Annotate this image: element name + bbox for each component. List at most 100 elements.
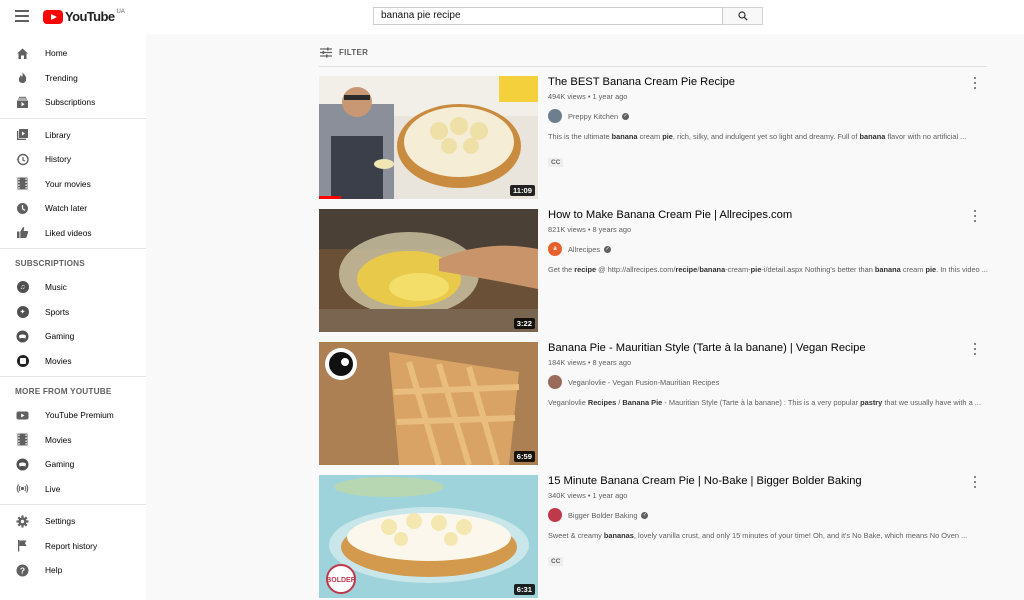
channel-link[interactable]: Bigger Bolder Baking ✓ [548,508,649,522]
video-duration: 3:22 [513,318,535,329]
sidebar-item-subscriptions[interactable]: Subscriptions [0,90,146,115]
sidebar: Home Trending Subscriptions Library History… [0,34,146,600]
gaming-icon [16,330,29,343]
search-button[interactable] [723,7,763,25]
sidebar-item-label: Settings [45,516,76,527]
logo-text: YouTube [65,9,115,24]
sidebar-item-library[interactable]: Library [0,123,146,148]
sidebar-item-trending[interactable]: Trending [0,66,146,91]
video-result[interactable]: 11:09 The BEST Banana Cream Pie Recipe 4… [319,76,989,200]
search-input[interactable]: banana pie recipe [373,7,723,25]
sidebar-divider [0,376,146,377]
sidebar-item-music[interactable]: ♫ Music [0,275,146,300]
channel-avatar: a [548,242,562,256]
video-description: Veganlovlie Recipes / Banana Pie - Mauri… [548,398,981,407]
video-thumbnail[interactable]: 3:22 [319,209,538,332]
thumbnail-image [319,342,538,465]
sidebar-item-label: History [45,154,72,165]
sidebar-item-label: Gaming [45,331,75,342]
sidebar-item-label: Library [45,129,71,140]
movies-icon [16,433,29,446]
sidebar-item-gaming[interactable]: Gaming [0,324,146,349]
video-title[interactable]: 15 Minute Banana Cream Pie | No-Bake | B… [548,475,862,487]
more-actions-icon[interactable] [971,343,979,355]
sidebar-item-your-movies[interactable]: Your movies [0,172,146,197]
logo-region: UA [116,8,125,15]
verified-check-icon: ✓ [622,112,630,120]
sidebar-item-settings[interactable]: Settings [0,509,146,534]
youtube-play-icon [43,9,63,24]
sidebar-item-label: Your movies [45,178,91,189]
video-result[interactable]: 6:59 Banana Pie - Mauritian Style (Tarte… [319,342,989,466]
sidebar-item-movies[interactable]: Movies [0,428,146,453]
music-icon: ♫ [16,281,29,294]
video-title[interactable]: How to Make Banana Cream Pie | Allrecipe… [548,209,792,221]
sidebar-item-help[interactable]: ? Help [0,558,146,583]
sidebar-item-sports[interactable]: ✦ Sports [0,300,146,325]
library-icon [16,128,29,141]
sidebar-item-report-history[interactable]: Report history [0,534,146,559]
video-result[interactable]: 3:22 How to Make Banana Cream Pie | Allr… [319,209,989,333]
video-duration: 6:59 [513,451,535,462]
bolder-badge-text: BOLDER [326,577,356,584]
sidebar-item-history[interactable]: History [0,147,146,172]
channel-link[interactable]: a Allrecipes ✓ [548,242,612,256]
video-thumbnail[interactable]: 6:59 [319,342,538,465]
subscriptions-heading: SUBSCRIPTIONS [15,259,85,268]
sidebar-item-youtube-premium[interactable]: YouTube Premium [0,403,146,428]
cc-badge: CC [548,557,564,566]
video-title[interactable]: Banana Pie - Mauritian Style (Tarte à la… [548,342,866,354]
verified-check-icon: ✓ [641,511,649,519]
svg-text:?: ? [20,565,25,575]
sidebar-item-label: Liked videos [45,227,92,238]
youtube-logo[interactable]: YouTube UA [43,9,125,24]
sidebar-divider [0,504,146,505]
subscriptions-icon [16,96,29,109]
video-thumbnail[interactable]: BOLDER 6:31 [319,475,538,598]
video-meta: 821K views • 8 years ago [548,225,632,234]
sidebar-item-label: Live [45,483,61,494]
video-meta: 494K views • 1 year ago [548,92,628,101]
sidebar-item-watch-later[interactable]: Watch later [0,196,146,221]
filter-button[interactable]: FILTER [320,47,368,58]
sidebar-item-label: Help [45,565,63,576]
sidebar-item-label: Home [45,48,68,59]
home-icon [16,47,29,60]
menu-icon[interactable] [15,10,29,22]
channel-avatar [548,109,562,123]
thumbs-up-icon [16,226,29,239]
sidebar-item-gaming[interactable]: Gaming [0,452,146,477]
movies-icon [16,177,29,190]
sidebar-divider [0,248,146,249]
more-actions-icon[interactable] [971,77,979,89]
video-title[interactable]: The BEST Banana Cream Pie Recipe [548,76,735,88]
sidebar-item-label: Movies [45,434,72,445]
channel-link[interactable]: Veganlovlie - Vegan Fusion-Mauritian Rec… [548,375,719,389]
top-bar: YouTube UA banana pie recipe [0,0,1024,34]
thumbnail-image: BOLDER [319,475,538,598]
gaming-icon [16,458,29,471]
video-description: Sweet & creamy bananas, lovely vanilla c… [548,531,968,540]
channel-link[interactable]: Preppy Kitchen ✓ [548,109,630,123]
video-thumbnail[interactable]: 11:09 [319,76,538,199]
thumbnail-image [319,209,538,332]
sidebar-item-movies[interactable]: Movies [0,349,146,374]
sidebar-item-label: Movies [45,355,72,366]
sidebar-item-live[interactable]: Live [0,477,146,502]
filter-divider [319,66,987,67]
search-icon [737,11,748,21]
video-duration: 6:31 [513,584,535,595]
more-actions-icon[interactable] [971,210,979,222]
sidebar-item-liked-videos[interactable]: Liked videos [0,221,146,246]
clock-icon [16,202,29,215]
sidebar-item-label: Trending [45,72,78,83]
more-actions-icon[interactable] [971,476,979,488]
video-duration: 11:09 [509,185,535,196]
sidebar-item-home[interactable]: Home [0,41,146,66]
video-result[interactable]: BOLDER 6:31 15 Minute Banana Cream Pie |… [319,475,989,599]
sidebar-item-label: Music [45,282,67,293]
filter-icon [320,47,332,58]
live-icon [16,482,29,495]
help-icon: ? [16,564,29,577]
sidebar-item-label: Subscriptions [45,97,96,108]
